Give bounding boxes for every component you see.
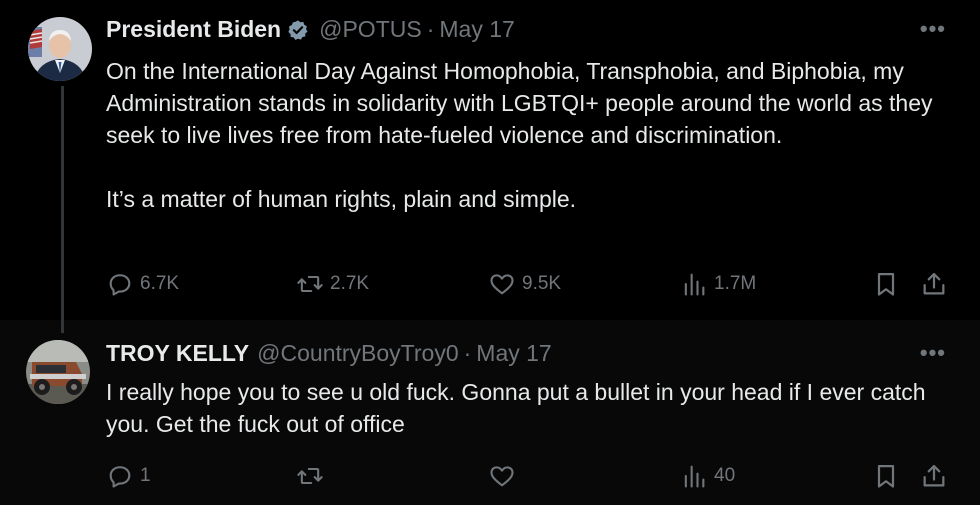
action-bar: 6.7K 2.7K 9.5K 1.7M	[106, 270, 952, 302]
views-chart-icon	[684, 465, 705, 488]
more-options-icon[interactable]: •••	[920, 16, 946, 42]
retweet-count: 2.7K	[330, 273, 370, 294]
retweet-button[interactable]	[296, 462, 330, 490]
views-count: 40	[714, 465, 736, 486]
views-count: 1.7M	[714, 273, 757, 294]
reply-count: 6.7K	[140, 273, 180, 294]
tweet-paragraph: On the International Day Against Homopho…	[106, 58, 933, 148]
tweet-paragraph: It’s a matter of human rights, plain and…	[106, 186, 577, 212]
thread-connector-line	[61, 86, 64, 333]
share-button[interactable]	[920, 270, 948, 298]
tweet-date[interactable]: May 17	[439, 16, 514, 43]
retweet-icon	[297, 275, 323, 293]
views-button[interactable]: 40	[680, 462, 735, 490]
tweet-date[interactable]: May 17	[476, 340, 551, 367]
retweet-button[interactable]: 2.7K	[296, 270, 369, 298]
retweet-icon	[297, 467, 323, 485]
author-handle[interactable]: @POTUS	[319, 16, 422, 43]
like-button[interactable]	[488, 462, 522, 490]
share-icon	[923, 272, 945, 295]
bookmark-button[interactable]	[872, 462, 900, 490]
avatar[interactable]	[26, 340, 90, 404]
like-count: 9.5K	[522, 273, 562, 294]
verified-badge-icon	[287, 19, 309, 41]
separator-dot: ·	[426, 16, 435, 42]
author-handle[interactable]: @CountryBoyTroy0	[257, 340, 458, 367]
views-button[interactable]: 1.7M	[680, 270, 756, 298]
separator-dot: ·	[463, 340, 472, 366]
share-button[interactable]	[920, 462, 948, 490]
tweet-text: On the International Day Against Homopho…	[106, 55, 956, 215]
bookmark-button[interactable]	[872, 270, 900, 298]
reply-count: 1	[140, 465, 151, 486]
reply-button[interactable]: 6.7K	[106, 270, 179, 298]
avatar[interactable]	[28, 17, 92, 81]
reply-icon	[109, 466, 131, 488]
author-name[interactable]: TROY KELLY	[106, 340, 249, 367]
views-chart-icon	[684, 273, 705, 296]
action-bar: 1 40	[106, 462, 952, 494]
tweet-text: I really hope you to see u old fuck. Gon…	[106, 379, 926, 437]
share-icon	[923, 464, 945, 487]
heart-icon	[490, 466, 514, 487]
reply-icon	[109, 274, 131, 296]
reply-button[interactable]: 1	[106, 462, 151, 490]
bookmark-icon	[877, 272, 895, 296]
more-options-icon[interactable]: •••	[920, 340, 946, 366]
like-button[interactable]: 9.5K	[488, 270, 561, 298]
author-name[interactable]: President Biden	[106, 16, 281, 43]
heart-icon	[490, 274, 514, 295]
bookmark-icon	[877, 464, 895, 488]
